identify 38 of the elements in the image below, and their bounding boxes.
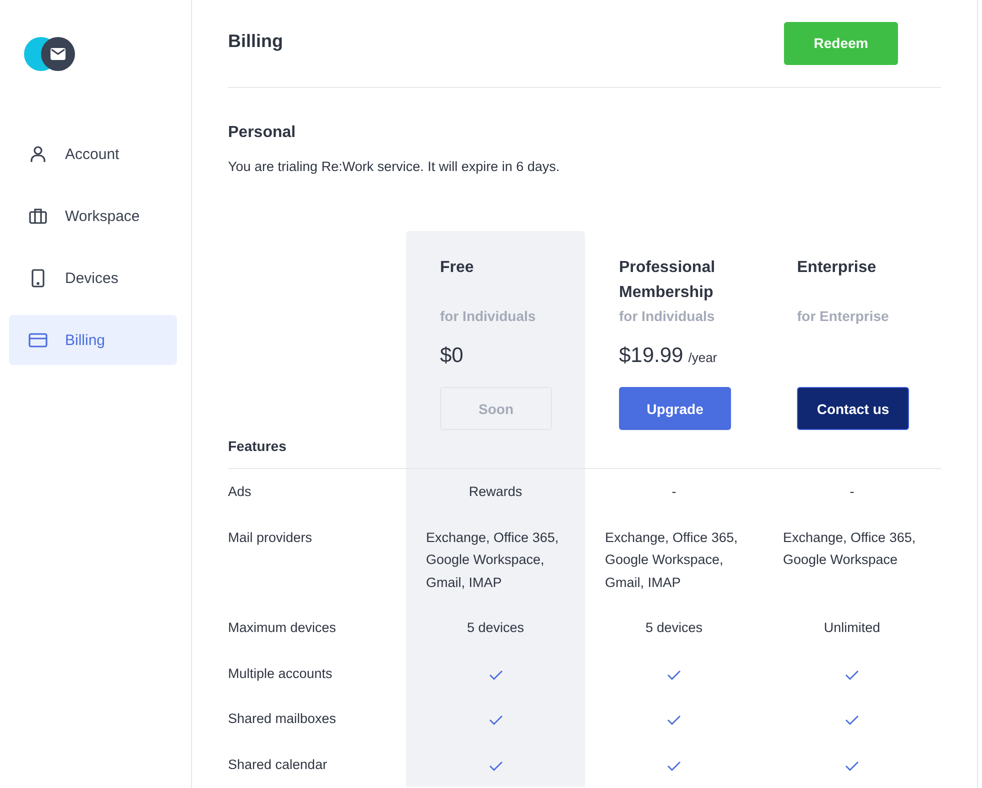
trial-message: You are trialing Re:Work service. It will expire in 6 days.	[228, 159, 561, 174]
plan-name: Professional Membership	[619, 258, 716, 303]
page-title: Billing	[228, 31, 283, 53]
feature-value: Rewards	[468, 483, 522, 501]
plan-audience: for Enterprise	[797, 308, 890, 324]
plan-name: Free	[440, 258, 475, 278]
feature-name: Shared mailboxes	[228, 710, 336, 728]
feature-name: Mail providers	[228, 528, 312, 547]
feature-name: Multiple accounts	[228, 664, 332, 683]
feature-value: Exchange, Office 365, Google Workspace, Gmail, IMAP	[426, 528, 560, 592]
features-heading: Features	[228, 438, 288, 454]
section-title: Personal	[228, 124, 297, 142]
plan-name: Enterprise	[797, 258, 878, 278]
logo-icon	[23, 36, 77, 72]
feature-value: -	[672, 483, 676, 501]
feature-value: 5 devices	[466, 619, 524, 637]
plan-button[interactable]: Upgrade	[619, 387, 731, 430]
feature-value: Exchange, Office 365, Google Workspace, Gmail, IMAP	[605, 528, 739, 592]
feature-value: 5 devices	[645, 619, 703, 637]
credit-card-icon	[28, 330, 48, 350]
plan-audience: for Individuals	[440, 308, 537, 324]
sidebar-item[interactable]: Account	[9, 129, 177, 179]
feature-value: -	[850, 483, 854, 501]
person-icon	[28, 144, 48, 164]
sidebar-item[interactable]: Workspace	[9, 191, 177, 241]
feature-name: Shared calendar	[228, 756, 328, 774]
sidebar-item[interactable]: Devices	[9, 253, 177, 303]
plan-price: $0	[440, 344, 464, 368]
plan-button[interactable]: Contact us	[797, 387, 909, 430]
plan-audience: for Individuals	[619, 308, 716, 324]
feature-value: Unlimited	[824, 619, 880, 637]
feature-value: Exchange, Office 365, Google Workspace	[783, 528, 917, 569]
briefcase-icon	[28, 206, 48, 226]
feature-name: Maximum devices	[228, 619, 336, 637]
billing-period: /year	[688, 350, 718, 365]
plan-price: $19.99	[619, 344, 684, 368]
sidebar-item[interactable]: Billing	[9, 315, 177, 365]
feature-name: Ads	[228, 483, 252, 501]
